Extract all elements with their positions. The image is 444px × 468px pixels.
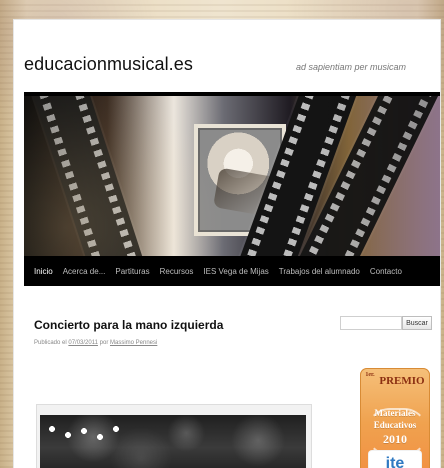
award-line-1: Materiales: [374, 408, 416, 418]
ite-logo: ite: [385, 455, 405, 468]
sidebar: Buscar 1er. PREMIO Materiales Educativos…: [340, 316, 440, 468]
award-line-2: Educativos: [373, 420, 417, 430]
orchestra-photo: [40, 415, 306, 468]
post-date-link[interactable]: 07/03/2011: [68, 340, 98, 346]
post-meta-by: por: [99, 340, 109, 346]
nav-item-acerca-de[interactable]: Acerca de...: [63, 267, 106, 276]
award-prize: PREMIO: [379, 375, 425, 387]
nav-item-recursos[interactable]: Recursos: [160, 267, 194, 276]
page-container: educacionmusical.es ad sapientiam per mu…: [14, 20, 440, 468]
post-meta: Publicado el 07/03/2011 por Massimo Penn…: [34, 340, 334, 346]
search-button[interactable]: Buscar: [402, 316, 432, 330]
nav-item-partituras[interactable]: Partituras: [115, 267, 149, 276]
nav-item-contacto[interactable]: Contacto: [370, 267, 402, 276]
header-banner-image: [24, 92, 440, 260]
main-content: Concierto para la mano izquierda Publica…: [34, 310, 334, 468]
post-meta-prefix: Publicado el: [34, 340, 67, 346]
film-strip-graphic: [25, 96, 157, 260]
post-image-orchestra: [36, 404, 312, 468]
nav-item-trabajos-del-alumnado[interactable]: Trabajos del alumnado: [279, 267, 360, 276]
nav-item-ies-vega-de-mijas[interactable]: IES Vega de Mijas: [203, 267, 268, 276]
site-tagline: ad sapientiam per musicam: [295, 62, 406, 72]
award-rank: 1er.: [365, 372, 375, 379]
search-input[interactable]: [340, 316, 402, 330]
post-title-link[interactable]: Concierto para la mano izquierda: [34, 318, 223, 332]
site-header: educacionmusical.es ad sapientiam per mu…: [14, 20, 440, 92]
award-title: 1er. PREMIO: [360, 372, 430, 387]
ite-logo-box: ite: [368, 450, 422, 468]
post-author-link[interactable]: Massimo Pennesi: [110, 340, 157, 346]
main-navigation: Inicio Acerca de... Partituras Recursos …: [24, 256, 440, 286]
nav-item-inicio[interactable]: Inicio: [34, 267, 53, 276]
site-title-link[interactable]: educacionmusical.es: [24, 54, 193, 75]
award-badge[interactable]: 1er. PREMIO Materiales Educativos 2010 i…: [360, 368, 430, 468]
award-year: 2010: [383, 432, 407, 446]
